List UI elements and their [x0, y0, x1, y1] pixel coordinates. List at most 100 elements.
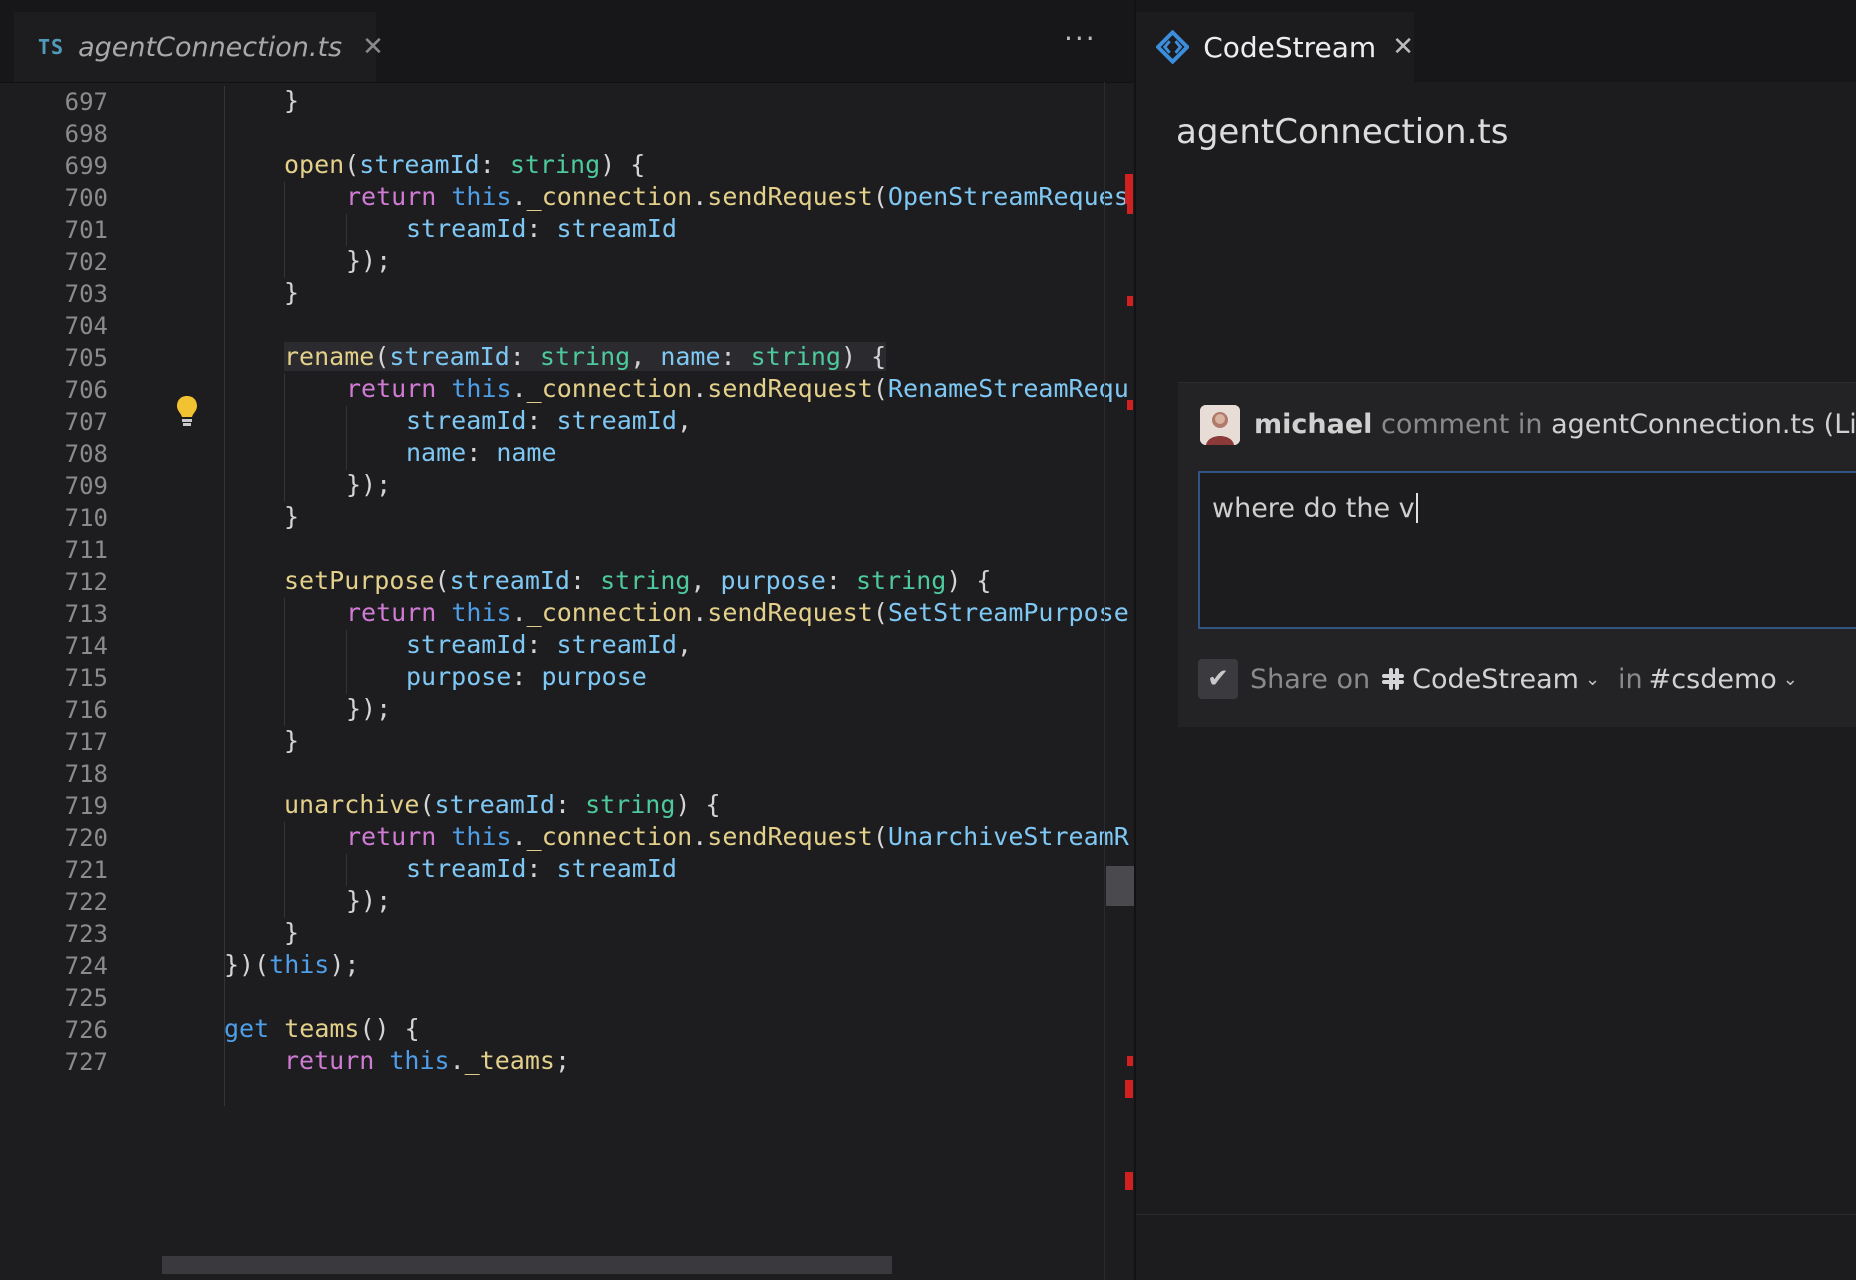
chevron-down-icon[interactable]: ⌄: [1585, 669, 1600, 690]
code-token: });: [346, 694, 392, 723]
codestream-logo-icon: [1156, 30, 1190, 64]
tab-agent-connection[interactable]: TS agentConnection.ts ✕: [14, 12, 384, 82]
code-token: sendRequest: [707, 374, 873, 403]
error-marker: [1127, 296, 1133, 306]
chevron-down-icon[interactable]: ⌄: [1783, 669, 1798, 690]
code-line[interactable]: 723}: [0, 918, 1136, 950]
overview-ruler[interactable]: [1104, 82, 1135, 1280]
code-line[interactable]: 711: [0, 534, 1136, 566]
code-line[interactable]: 704: [0, 310, 1136, 342]
code-token: get: [224, 1014, 285, 1043]
code-line[interactable]: 702});: [0, 246, 1136, 278]
vertical-scrollbar-thumb[interactable]: [1106, 866, 1134, 906]
code-text: });: [346, 886, 391, 915]
indent-guide: [284, 182, 285, 278]
code-line[interactable]: 717}: [0, 726, 1136, 758]
code-line[interactable]: 718: [0, 758, 1136, 790]
code-token: streamId: [406, 214, 527, 243]
code-line[interactable]: 720 return this._connection.sendRequest(U…: [0, 822, 1136, 854]
code-token: string: [600, 566, 691, 595]
code-location[interactable]: agentConnection.ts (Line 7: [1551, 409, 1856, 440]
code-token: string: [509, 150, 601, 179]
code-token: .: [511, 822, 527, 851]
code-token: streamId: [406, 854, 527, 883]
code-text: streamId: streamId,: [406, 406, 692, 435]
code-token: });: [346, 246, 392, 275]
checkmark-icon: ✔: [1207, 664, 1229, 694]
code-line[interactable]: 697}: [0, 86, 1136, 118]
code-token: ;: [554, 1046, 571, 1075]
code-area[interactable]: 697} 698 699 open(streamId: string) {700 ret…: [0, 86, 1136, 1280]
code-token: _connection: [526, 374, 693, 403]
more-actions-icon[interactable]: ···: [1064, 22, 1097, 55]
code-line[interactable]: 716});: [0, 694, 1136, 726]
share-checkbox[interactable]: ✔: [1198, 659, 1238, 699]
tab-codestream[interactable]: CodeStream ✕: [1136, 12, 1414, 82]
code-line[interactable]: 708 name: name: [0, 438, 1136, 470]
code-token: name: [660, 342, 721, 371]
code-token: streamId: [359, 150, 480, 179]
code-token: .: [511, 182, 527, 211]
code-token: UnarchiveStreamR: [887, 822, 1129, 851]
text-caret: [1415, 493, 1418, 523]
code-token: :: [526, 406, 557, 435]
close-icon[interactable]: ✕: [362, 32, 384, 62]
code-token: _teams: [464, 1046, 555, 1075]
code-text: });: [346, 470, 391, 499]
horizontal-scrollbar-thumb[interactable]: [162, 1256, 892, 1274]
code-token: }: [284, 502, 300, 531]
code-line[interactable]: 707 streamId: streamId,: [0, 406, 1136, 438]
code-token: }: [284, 86, 300, 115]
comment-compose-box: michael comment in agentConnection.ts (L…: [1178, 382, 1856, 727]
close-icon[interactable]: ✕: [1392, 32, 1414, 62]
code-editor[interactable]: TS agentConnection.ts ✕ ··· 697} 698 699 op…: [0, 0, 1136, 1280]
code-token: streamId: [406, 630, 527, 659]
code-line[interactable]: 700 return this._connection.sendRequest(O…: [0, 182, 1136, 214]
author-name: michael: [1254, 409, 1373, 440]
code-line[interactable]: 703}: [0, 278, 1136, 310]
error-marker: [1127, 204, 1133, 214]
code-text: }: [284, 726, 299, 755]
code-token: :: [509, 342, 540, 371]
code-line[interactable]: 710}: [0, 502, 1136, 534]
line-number: 723: [64, 920, 108, 948]
service-dropdown[interactable]: CodeStream: [1412, 664, 1579, 695]
line-number: 702: [64, 248, 108, 276]
code-line[interactable]: 699 open(streamId: string) {: [0, 150, 1136, 182]
lightbulb-icon[interactable]: [176, 395, 198, 429]
code-line[interactable]: 714 streamId: streamId,: [0, 630, 1136, 662]
code-line[interactable]: 721 streamId: streamId: [0, 854, 1136, 886]
code-token: name: [496, 438, 557, 467]
code-line[interactable]: 722});: [0, 886, 1136, 918]
code-line[interactable]: 698: [0, 118, 1136, 150]
code-line[interactable]: 724})(this);: [0, 950, 1136, 982]
line-number: 721: [64, 856, 108, 884]
code-line[interactable]: 725: [0, 982, 1136, 1014]
code-line[interactable]: 709});: [0, 470, 1136, 502]
code-token: rename: [284, 342, 375, 371]
line-number: 718: [64, 760, 108, 788]
code-line[interactable]: 705 rename(streamId: string, name: string…: [0, 342, 1136, 374]
code-line[interactable]: 727 return this._teams;: [0, 1046, 1136, 1078]
code-token: :: [554, 790, 586, 819]
code-token: (: [872, 182, 888, 211]
code-line[interactable]: 719 unarchive(streamId: string) {: [0, 790, 1136, 822]
tab-label: CodeStream: [1203, 30, 1377, 64]
code-line[interactable]: 713 return this._connection.sendRequest(S…: [0, 598, 1136, 630]
code-token: _connection: [526, 598, 693, 627]
code-token: ) {: [946, 566, 992, 595]
line-number: 719: [64, 792, 108, 820]
line-number: 697: [64, 88, 108, 116]
code-token: OpenStreamReques: [887, 182, 1129, 211]
file-title: agentConnection.ts: [1176, 112, 1509, 152]
code-line[interactable]: 715 purpose: purpose: [0, 662, 1136, 694]
code-line[interactable]: 726 get teams() {: [0, 1014, 1136, 1046]
code-token: sendRequest: [707, 182, 873, 211]
comment-input[interactable]: where do the v: [1198, 471, 1856, 629]
compose-header: michael comment in agentConnection.ts (L…: [1254, 409, 1856, 440]
code-token: streamId: [556, 630, 677, 659]
code-line[interactable]: 706 return this._connection.sendRequest(R…: [0, 374, 1136, 406]
code-line[interactable]: 701 streamId: streamId: [0, 214, 1136, 246]
code-line[interactable]: 712 setPurpose(streamId: string, purpose:…: [0, 566, 1136, 598]
channel-dropdown[interactable]: #csdemo: [1649, 664, 1777, 695]
